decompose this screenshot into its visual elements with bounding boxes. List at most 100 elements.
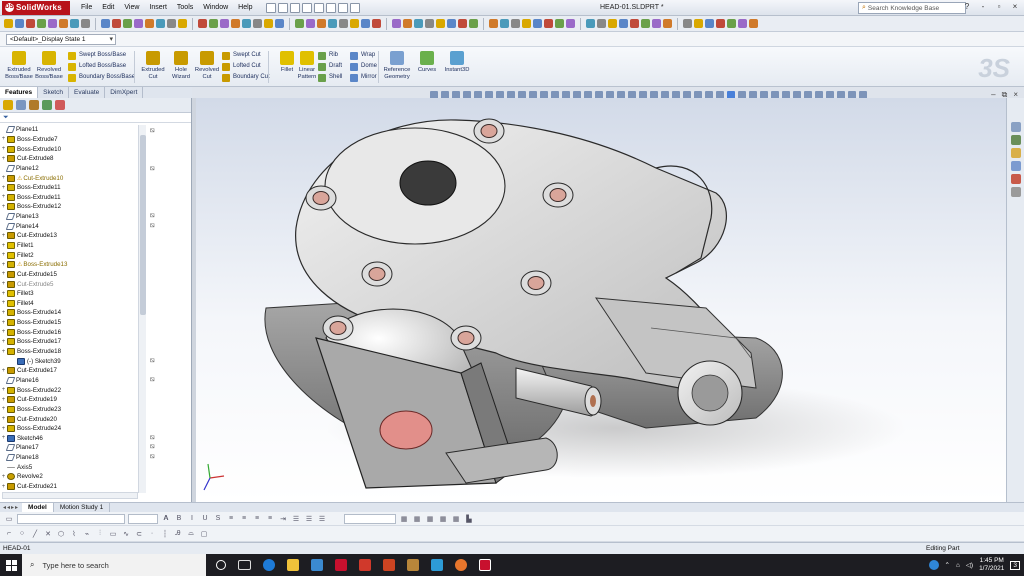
expand-icon[interactable]: + [0, 435, 7, 441]
tree-item[interactable]: + Boss-Extrude16 [0, 327, 146, 337]
toolbar-tool-icon[interactable] [328, 19, 337, 28]
toolbar-tool-icon[interactable] [630, 19, 639, 28]
notifications-icon[interactable]: 3 [1010, 560, 1020, 570]
ribbon-small-button-4[interactable]: Lofted Cut [222, 62, 261, 71]
dimxpert-manager-icon[interactable] [42, 100, 52, 110]
toolbar-tool-icon[interactable] [242, 19, 251, 28]
tree-item[interactable]: + Fillet1 [0, 241, 146, 251]
toolbar-tool-icon[interactable] [500, 19, 509, 28]
feature-tree-hscrollbar[interactable] [2, 492, 138, 499]
toolbar-tool-icon[interactable] [652, 19, 661, 28]
select-icon[interactable] [325, 2, 336, 13]
toolbar-tool-icon[interactable] [738, 19, 747, 28]
tree-item[interactable]: + Boss-Extrude18 [0, 347, 146, 357]
rebuild-icon[interactable] [337, 2, 348, 13]
ribbon-button-9[interactable]: Instant3D [442, 51, 472, 74]
tree-item[interactable]: Plane14 [0, 221, 146, 231]
menu-window[interactable]: Window [198, 0, 233, 16]
ribbon-small-button-3[interactable]: Swept Cut [222, 51, 261, 60]
ribbon-button-2[interactable]: Extruded Cut [138, 51, 168, 81]
app-icon[interactable] [383, 559, 395, 571]
ribbon-small-button-11[interactable]: Mirror [350, 73, 377, 82]
file-explorer-icon[interactable] [287, 559, 299, 571]
pin-icon[interactable]: ⧅ [148, 127, 157, 135]
property-manager-icon[interactable] [16, 100, 26, 110]
tree-item[interactable]: + ⚠ Boss-Extrude13 [0, 260, 146, 270]
layer-icon[interactable]: ▦ [399, 515, 409, 523]
display-manager-icon[interactable] [55, 100, 65, 110]
offset-icon[interactable]: ⌓ [186, 530, 196, 538]
custom-properties-icon[interactable] [1011, 187, 1021, 197]
tree-item[interactable]: Plane18 [0, 453, 146, 463]
line-color-icon[interactable]: ▦ [412, 515, 422, 523]
edge-icon[interactable] [263, 559, 275, 571]
pdf-icon[interactable] [359, 559, 371, 571]
toolbar-tool-icon[interactable] [458, 19, 467, 28]
restore-button[interactable]: ▫ [992, 1, 1006, 13]
toolbar-tool-icon[interactable] [15, 19, 24, 28]
firefox-icon[interactable] [455, 559, 467, 571]
expand-icon[interactable]: + [0, 484, 7, 490]
expand-icon[interactable]: + [0, 329, 7, 335]
window-icon[interactable]: ▢ [199, 530, 209, 538]
toolbar-tool-icon[interactable] [586, 19, 595, 28]
strike-icon[interactable]: S [213, 515, 223, 522]
spline-icon[interactable]: ∿ [121, 530, 131, 538]
mail-icon[interactable] [311, 559, 323, 571]
toolbar-tool-icon[interactable] [156, 19, 165, 28]
ribbon-small-button-6[interactable]: Rib [318, 51, 338, 60]
polygon-icon[interactable]: ⬡ [56, 530, 66, 538]
toolbar-tool-icon[interactable] [489, 19, 498, 28]
toolbar-tool-icon[interactable] [295, 19, 304, 28]
toolbar-tool-icon[interactable] [522, 19, 531, 28]
display-state-dropdown[interactable]: <Default>_Display State 1 [6, 33, 116, 45]
options-icon[interactable] [349, 2, 360, 13]
toolbar-tool-icon[interactable] [123, 19, 132, 28]
toolbar-tool-icon[interactable] [597, 19, 606, 28]
tab-1[interactable]: Sketch [38, 87, 69, 98]
expand-icon[interactable]: + [0, 474, 7, 480]
tree-item[interactable]: + Cut-Extrude19 [0, 395, 146, 405]
toolbar-tool-icon[interactable] [749, 19, 758, 28]
expand-icon[interactable]: + [0, 368, 7, 374]
toolbar-tool-icon[interactable] [26, 19, 35, 28]
ribbon-button-8[interactable]: Curves [412, 51, 442, 74]
list-icon[interactable]: ☰ [291, 515, 301, 523]
ribbon-button-1[interactable]: Revolved Boss/Base [34, 51, 64, 81]
circle-icon[interactable]: ○ [17, 530, 27, 537]
tree-item[interactable]: + Boss-Extrude12 [0, 202, 146, 212]
ribbon-small-button-10[interactable]: Dome [350, 62, 377, 71]
end-cap-icon[interactable]: ▦ [451, 515, 461, 523]
expand-icon[interactable]: + [0, 339, 7, 345]
expand-icon[interactable]: + [0, 310, 7, 316]
tree-item[interactable]: Plane12 [0, 164, 146, 174]
toolbar-tool-icon[interactable] [566, 19, 575, 28]
part-model[interactable] [196, 98, 1006, 502]
expand-icon[interactable]: + [0, 262, 7, 268]
toolbar-tool-icon[interactable] [198, 19, 207, 28]
expand-icon[interactable]: + [0, 291, 7, 297]
menu-help[interactable]: Help [233, 0, 257, 16]
ribbon-small-button-7[interactable]: Draft [318, 62, 342, 71]
tree-item[interactable]: + Fillet4 [0, 299, 146, 309]
toolbar-tool-icon[interactable] [641, 19, 650, 28]
toolbar-tool-icon[interactable] [178, 19, 187, 28]
feature-tree-icon[interactable] [3, 100, 13, 110]
file-explorer-icon[interactable] [1011, 148, 1021, 158]
ribbon-small-button-5[interactable]: Boundary Cut [222, 73, 270, 82]
mirror-icon[interactable]: ⫶ [95, 530, 105, 538]
toolbar-tool-icon[interactable] [306, 19, 315, 28]
expand-icon[interactable]: + [0, 406, 7, 412]
chart-icon[interactable]: ▙ [464, 515, 474, 523]
tree-item[interactable]: Plane16 [0, 376, 146, 386]
expand-icon[interactable]: + [0, 146, 7, 152]
ribbon-small-button-0[interactable]: Swept Boss/Base [68, 51, 126, 60]
app-icon[interactable] [407, 559, 419, 571]
undo-icon[interactable] [313, 2, 324, 13]
toolbar-tool-icon[interactable] [253, 19, 262, 28]
expand-icon[interactable]: + [0, 204, 7, 210]
solidworks-logo[interactable]: DS SolidWorks [2, 0, 70, 15]
expand-icon[interactable]: + [0, 300, 7, 306]
tree-item[interactable]: + Cut-Extrude5 [0, 279, 146, 289]
tree-item[interactable]: + Boss-Extrude14 [0, 308, 146, 318]
